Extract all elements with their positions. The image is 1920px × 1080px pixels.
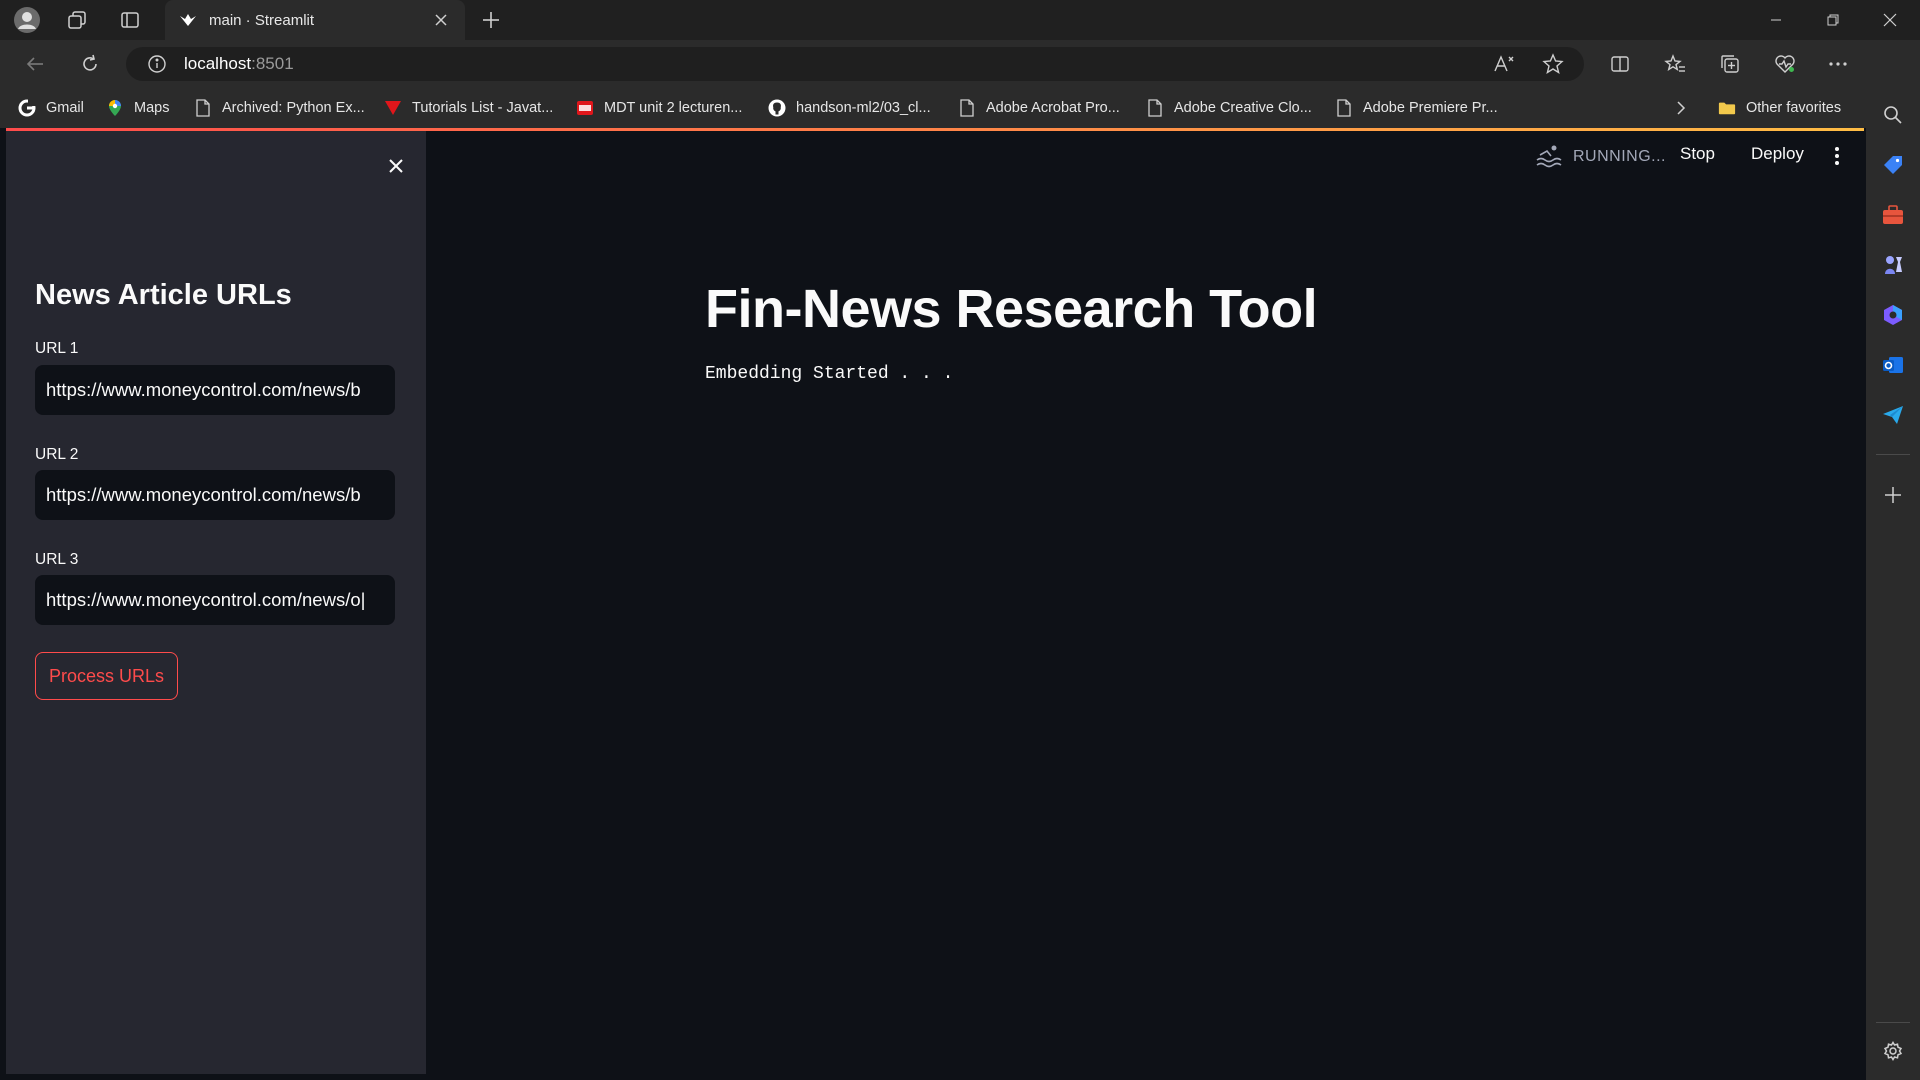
other-favorites-label: Other favorites xyxy=(1746,100,1842,116)
tab-main-streamlit[interactable]: main · Streamlit xyxy=(165,0,465,40)
tab-title: main · Streamlit xyxy=(209,11,315,29)
favorite-gmail[interactable]: Gmail xyxy=(18,96,84,120)
page-title: Fin-News Research Tool xyxy=(705,279,1318,339)
new-tab-icon[interactable] xyxy=(476,6,506,34)
embedding-status-text: Embedding Started . . . xyxy=(705,364,954,384)
collections-icon[interactable] xyxy=(1715,50,1745,78)
page-icon xyxy=(958,99,976,117)
url-port: :8501 xyxy=(251,54,294,73)
favorite-adobe-premiere[interactable]: Adobe Premiere Pr... xyxy=(1335,96,1498,120)
main-menu-kebab-icon[interactable] xyxy=(1832,144,1842,168)
search-icon[interactable] xyxy=(1880,102,1906,128)
shopping-tag-icon[interactable] xyxy=(1880,152,1906,178)
minimize-icon[interactable] xyxy=(1748,0,1804,40)
address-field[interactable]: localhost:8501 xyxy=(126,47,1584,81)
favorite-star-icon[interactable] xyxy=(1540,52,1566,76)
running-label: RUNNING... xyxy=(1573,148,1666,165)
favorites-icon[interactable] xyxy=(1660,50,1690,78)
read-aloud-icon[interactable] xyxy=(1491,52,1517,76)
favorite-label: Adobe Premiere Pr... xyxy=(1363,100,1498,116)
favorite-archived-python[interactable]: Archived: Python Ex... xyxy=(194,96,365,120)
favorite-label: Adobe Acrobat Pro... xyxy=(986,100,1120,116)
maps-icon xyxy=(106,99,124,117)
favorite-adobe-creative-cloud[interactable]: Adobe Creative Clo... xyxy=(1146,96,1312,120)
favorite-label: Tutorials List - Javat... xyxy=(412,100,554,116)
stop-button[interactable]: Stop xyxy=(1680,144,1715,164)
refresh-icon[interactable] xyxy=(75,50,105,78)
github-icon xyxy=(768,99,786,117)
close-window-icon[interactable] xyxy=(1862,0,1918,40)
close-tab-icon[interactable] xyxy=(431,10,451,30)
favorite-label: Maps xyxy=(134,100,170,116)
outlook-icon[interactable] xyxy=(1880,352,1906,378)
restore-icon[interactable] xyxy=(1805,0,1861,40)
more-options-icon[interactable] xyxy=(1823,50,1853,78)
google-icon xyxy=(18,99,36,117)
page-icon xyxy=(1146,99,1164,117)
workspaces-icon[interactable] xyxy=(62,6,92,34)
process-urls-button[interactable]: Process URLs xyxy=(35,652,178,700)
page-icon xyxy=(194,99,212,117)
sidebar-title: News Article URLs xyxy=(35,279,292,311)
microsoft365-icon[interactable] xyxy=(1880,302,1906,328)
add-sidebar-app-icon[interactable] xyxy=(1880,482,1906,508)
favorite-label: Adobe Creative Clo... xyxy=(1174,100,1312,116)
deploy-button[interactable]: Deploy xyxy=(1751,144,1804,164)
url-host: localhost xyxy=(184,54,252,73)
streamlit-sidebar: News Article URLs URL 1 URL 2 URL 3 Proc… xyxy=(6,131,426,1074)
close-sidebar-icon[interactable] xyxy=(382,152,410,180)
favorite-maps[interactable]: Maps xyxy=(106,96,169,120)
favorite-mdt-unit2[interactable]: MDT unit 2 lecturen... xyxy=(576,96,742,120)
favorite-label: handson-ml2/03_cl... xyxy=(796,100,931,116)
edge-sidebar xyxy=(1866,40,1920,1080)
favorite-adobe-acrobat[interactable]: Adobe Acrobat Pro... xyxy=(958,96,1120,120)
javatpoint-icon xyxy=(384,99,402,117)
favorite-handson-ml2[interactable]: handson-ml2/03_cl... xyxy=(768,96,931,120)
favorites-bar: Gmail Maps Archived: Python Ex... Tutori… xyxy=(0,88,1920,128)
streamlit-icon xyxy=(179,11,197,29)
split-screen-icon[interactable] xyxy=(1605,50,1635,78)
favorite-tutorials-list[interactable]: Tutorials List - Javat... xyxy=(384,96,553,120)
favorite-label: Archived: Python Ex... xyxy=(222,100,365,116)
page-viewport: News Article URLs URL 1 URL 2 URL 3 Proc… xyxy=(6,128,1864,1074)
profile-icon[interactable] xyxy=(12,6,42,34)
favorite-label: MDT unit 2 lecturen... xyxy=(604,100,743,116)
pdf-icon xyxy=(576,99,594,117)
folder-icon xyxy=(1718,99,1736,117)
url2-label: URL 2 xyxy=(35,446,79,463)
favorites-overflow-chevron-icon[interactable] xyxy=(1676,96,1686,120)
url1-label: URL 1 xyxy=(35,340,79,357)
site-info-icon[interactable] xyxy=(146,53,168,75)
back-icon[interactable] xyxy=(20,50,50,78)
other-favorites[interactable]: Other favorites xyxy=(1718,96,1841,120)
browser-tab-bar: main · Streamlit xyxy=(0,0,1920,40)
games-chess-icon[interactable] xyxy=(1880,252,1906,278)
rail-divider xyxy=(1876,1022,1910,1023)
url3-label: URL 3 xyxy=(35,551,79,568)
swimmer-running-icon xyxy=(1535,143,1563,171)
rail-divider xyxy=(1876,454,1910,455)
running-status: RUNNING... xyxy=(1535,142,1666,172)
browser-address-bar: localhost:8501 xyxy=(0,40,1920,88)
url2-input[interactable] xyxy=(35,470,395,520)
send-telegram-icon[interactable] xyxy=(1880,402,1906,428)
favorite-label: Gmail xyxy=(46,100,84,116)
browser-essentials-icon[interactable] xyxy=(1770,50,1800,78)
url3-input[interactable] xyxy=(35,575,395,625)
settings-gear-icon[interactable] xyxy=(1880,1038,1906,1064)
url1-input[interactable] xyxy=(35,365,395,415)
tools-briefcase-icon[interactable] xyxy=(1880,202,1906,228)
page-icon xyxy=(1335,99,1353,117)
vertical-tabs-icon[interactable] xyxy=(115,6,145,34)
